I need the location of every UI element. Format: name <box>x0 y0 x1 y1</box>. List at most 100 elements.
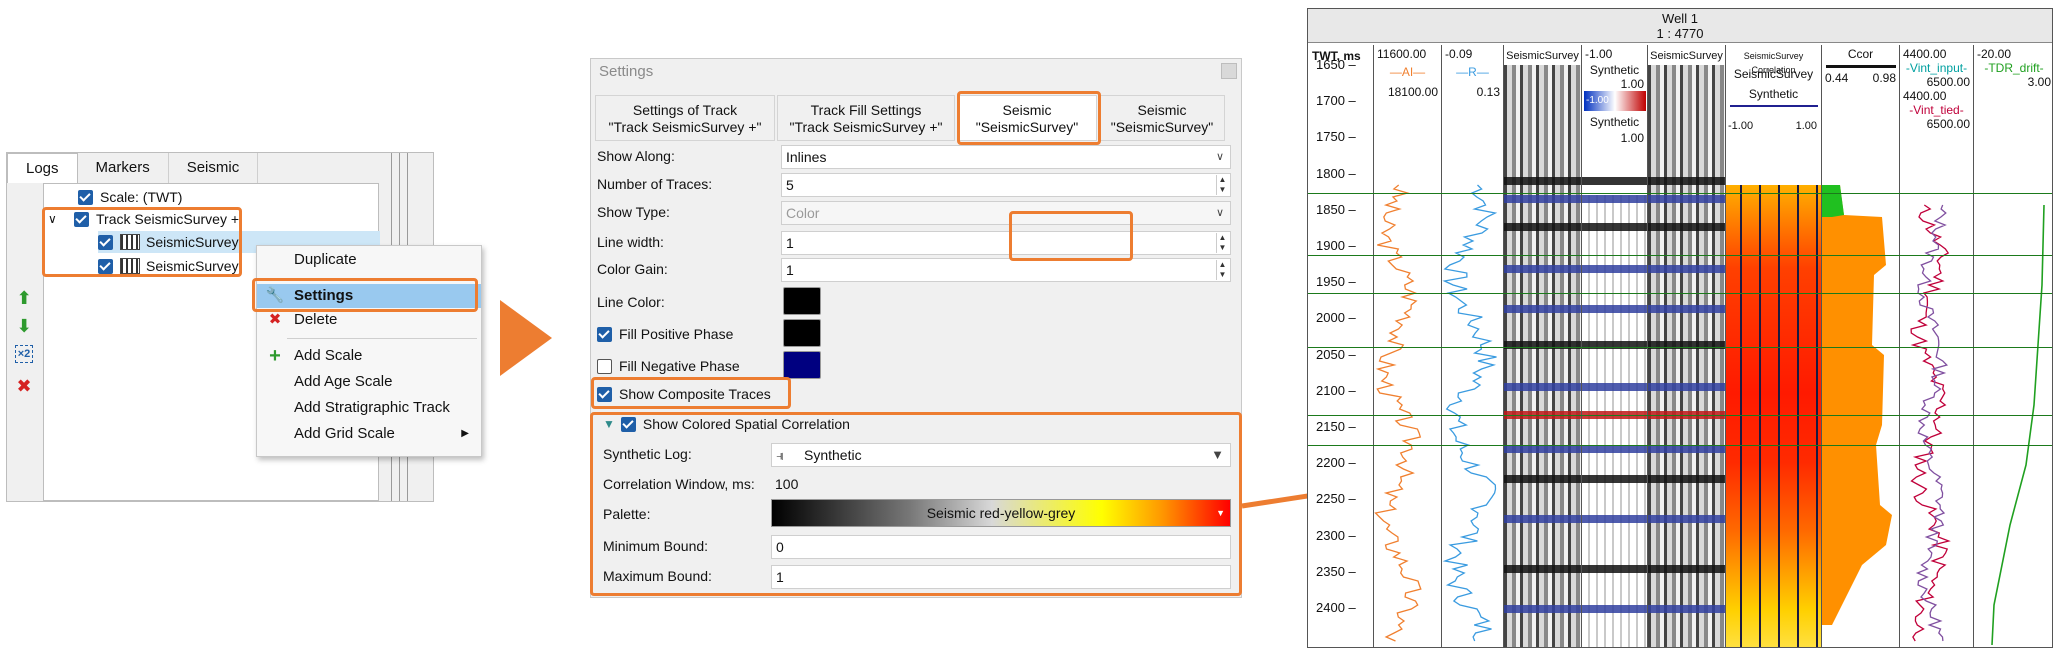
seismic-band <box>1648 445 1725 453</box>
horizon-line <box>1308 347 2052 348</box>
depth-tick-label: 1650 – <box>1316 57 1356 72</box>
menu-item-add-stratigraphic-track[interactable]: Add Stratigraphic Track <box>257 396 481 420</box>
number-of-traces-label: Number of Traces: <box>597 176 713 192</box>
fill-negative-checkbox[interactable]: Fill Negative Phase <box>597 353 740 379</box>
seismic-band <box>1582 177 1647 185</box>
correlation-track[interactable]: SeismicSurvey Correlation SeismicSurvey … <box>1726 45 1822 647</box>
seismic-band <box>1648 515 1725 523</box>
seismic-band <box>1504 383 1581 391</box>
line-width-label: Line width: <box>597 234 664 250</box>
seismic-band <box>1582 223 1647 231</box>
tdr-curve-line <box>1991 204 2045 646</box>
close-icon[interactable] <box>1221 63 1237 79</box>
menu-item-add-grid-scale[interactable]: Add Grid Scale ▶ <box>257 422 481 446</box>
depth-tick-label: 2050 – <box>1316 346 1356 362</box>
spinner-icon[interactable]: ▲ ▼ <box>1216 233 1228 253</box>
tree-item-scale[interactable]: Scale: (TWT) <box>78 186 182 208</box>
depth-tick-label: 1900 – <box>1316 238 1356 253</box>
checkbox-icon[interactable] <box>78 189 93 205</box>
synthetic-track[interactable]: -1.00 Synthetic 1.00 -1.00 Synthetic 1.0… <box>1582 45 1648 647</box>
tab-markers[interactable]: Markers <box>77 153 169 183</box>
scale-x2-icon[interactable]: ×2 <box>15 345 33 363</box>
composite-highlight-box <box>591 377 791 409</box>
tab-track-fill-settings[interactable]: Track Fill Settings "Track SeismicSurvey… <box>777 95 955 141</box>
r-track[interactable]: -0.09 ―R― 0.13 <box>1442 45 1504 647</box>
ai-curve <box>1374 184 1422 642</box>
tab-logs[interactable]: Logs <box>7 153 78 183</box>
show-type-select[interactable]: Color ∨ <box>781 201 1231 225</box>
seismic-band <box>1648 177 1725 185</box>
arrow-down-icon[interactable]: ⬇ <box>13 315 35 337</box>
seismic-band <box>1504 515 1581 523</box>
seismic-band <box>1504 445 1581 453</box>
checkbox-icon[interactable] <box>597 326 612 342</box>
seismic1-name: SeismicSurvey <box>1504 45 1581 65</box>
arrow-up-icon[interactable]: ⬆ <box>13 287 35 309</box>
fill-negative-swatch[interactable] <box>783 351 821 379</box>
horizon-line <box>1308 193 2052 194</box>
show-along-label: Show Along: <box>597 148 675 164</box>
correlation-name2: Synthetic <box>1748 87 1799 101</box>
menu-item-add-age-scale[interactable]: Add Age Scale <box>257 370 481 394</box>
line-width-highlight-box <box>1009 211 1133 261</box>
fill-positive-swatch[interactable] <box>783 319 821 347</box>
horizon-line <box>1308 255 2052 256</box>
context-menu: Duplicate 🔧 Settings ✖ Delete + Add Scale A… <box>256 245 482 457</box>
depth-tick-label: 2300 – <box>1316 527 1356 543</box>
color-gain-input[interactable]: 1 ▲ ▼ <box>781 258 1231 282</box>
seismic-track-2[interactable]: SeismicSurvey <box>1648 45 1726 647</box>
vint-track[interactable]: 4400.00 -Vint_input- 6500.00 4400.00 -Vi… <box>1900 45 1974 647</box>
menu-item-add-scale[interactable]: + Add Scale <box>257 344 481 368</box>
tab-seismic-2[interactable]: Seismic "SeismicSurvey" <box>1099 95 1225 141</box>
correlation-highlight-box <box>590 412 1242 596</box>
fill-positive-checkbox[interactable]: Fill Positive Phase <box>597 321 733 347</box>
seismic-band <box>1582 565 1647 573</box>
tab-track-settings[interactable]: Settings of Track "Track SeismicSurvey +… <box>595 95 775 141</box>
seismic-band <box>1504 223 1581 231</box>
depth-tick-label: 1950 – <box>1316 274 1356 290</box>
seismic-band <box>1648 475 1725 483</box>
tab-seismic[interactable]: Seismic <box>168 153 259 183</box>
synthetic-max-2: 1.00 <box>1620 131 1644 145</box>
plus-icon: + <box>269 345 281 367</box>
delete-icon[interactable]: ✖ <box>13 375 35 397</box>
seismic2-name: SeismicSurvey <box>1648 45 1725 65</box>
well-title: Well 1 <box>1662 11 1698 26</box>
line-color-label: Line Color: <box>597 294 665 310</box>
depth-tick-label: 2100 – <box>1316 382 1356 398</box>
depth-tick-label: 1850 – <box>1316 201 1356 217</box>
spinner-icon[interactable]: ▲ ▼ <box>1216 175 1228 195</box>
ccor-curve <box>1822 185 1892 625</box>
synthetic-name: Synthetic <box>1589 63 1640 77</box>
well-scale: 1 : 4770 <box>1656 26 1704 41</box>
flow-arrow-icon <box>500 300 552 376</box>
tdr-track[interactable]: -20.00 -TDR_drift- 3.00 <box>1974 45 2052 647</box>
vint-curve <box>1910 204 1951 642</box>
seismic-band <box>1648 383 1725 391</box>
tdr-curve <box>1991 204 2045 646</box>
seismic-track-1[interactable]: SeismicSurvey <box>1504 45 1582 647</box>
line-width-input[interactable]: 1 ▲ ▼ <box>781 231 1231 255</box>
panel-tabs: Logs Markers Seismic <box>7 153 427 183</box>
show-along-select[interactable]: Inlines ∨ <box>781 145 1231 169</box>
line-color-swatch[interactable] <box>783 287 821 315</box>
number-of-traces-input[interactable]: 5 ▲ ▼ <box>781 173 1231 197</box>
log-curve-line <box>1910 204 1951 642</box>
seismic-band <box>1504 605 1581 613</box>
spinner-icon[interactable]: ▲ ▼ <box>1216 260 1228 280</box>
checkbox-icon[interactable] <box>597 358 612 374</box>
correlation-line <box>1730 105 1818 107</box>
menu-item-duplicate[interactable]: Duplicate <box>257 248 481 272</box>
synthetic-max: 1.00 <box>1620 77 1644 91</box>
seismic-band <box>1648 305 1725 313</box>
ccor-fill <box>1822 185 1892 625</box>
well-header: Well 1 1 : 4770 <box>1308 9 2052 43</box>
depth-tick-label: 1750 – <box>1316 129 1356 145</box>
seismic-band <box>1648 223 1725 231</box>
chevron-right-icon: ▶ <box>461 428 469 439</box>
seismic-band <box>1648 565 1725 573</box>
depth-track[interactable]: TWT, ms 1650 –1700 –1750 –1800 –1850 –19… <box>1308 45 1374 647</box>
ccor-track[interactable]: Ccor 0.44 0.98 <box>1822 45 1900 647</box>
ccor-fill-top <box>1822 185 1844 217</box>
ai-track[interactable]: 11600.00 ―AI― 18100.00 <box>1374 45 1442 647</box>
